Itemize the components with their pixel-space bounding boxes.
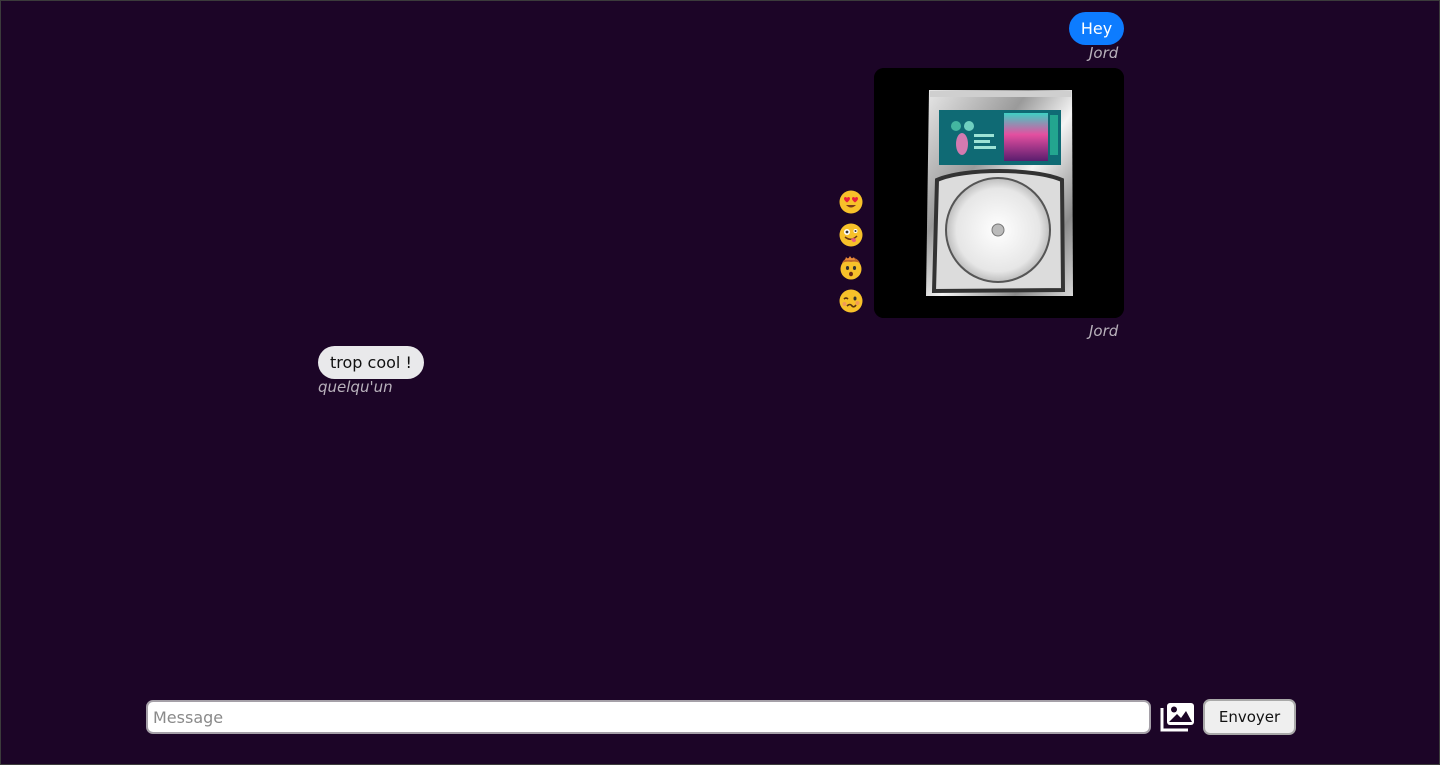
message-input[interactable] — [146, 700, 1151, 734]
message-author: Jord — [1089, 322, 1119, 340]
heart-eyes-emoji-icon[interactable] — [839, 190, 863, 214]
message-text: Hey — [1080, 19, 1113, 38]
exploding-head-emoji-icon[interactable] — [839, 256, 863, 280]
woozy-face-emoji-icon[interactable] — [839, 289, 863, 313]
reaction-bar — [839, 190, 865, 322]
message-author: quelqu'un — [318, 378, 393, 396]
send-button[interactable]: Envoyer — [1203, 699, 1296, 735]
message-bubble-other: trop cool ! — [318, 346, 424, 379]
zany-face-emoji-icon[interactable] — [839, 223, 863, 247]
message-text: trop cool ! — [330, 353, 412, 372]
chat-window: Hey Jord Jord trop cool ! quelqu'un Mess… — [0, 0, 1440, 765]
cd-package-photo — [874, 68, 1124, 318]
message-bubble-own: Hey — [1069, 12, 1124, 45]
images-icon[interactable] — [1160, 701, 1196, 733]
message-author: Jord — [1089, 44, 1119, 62]
image-message[interactable] — [874, 68, 1124, 318]
